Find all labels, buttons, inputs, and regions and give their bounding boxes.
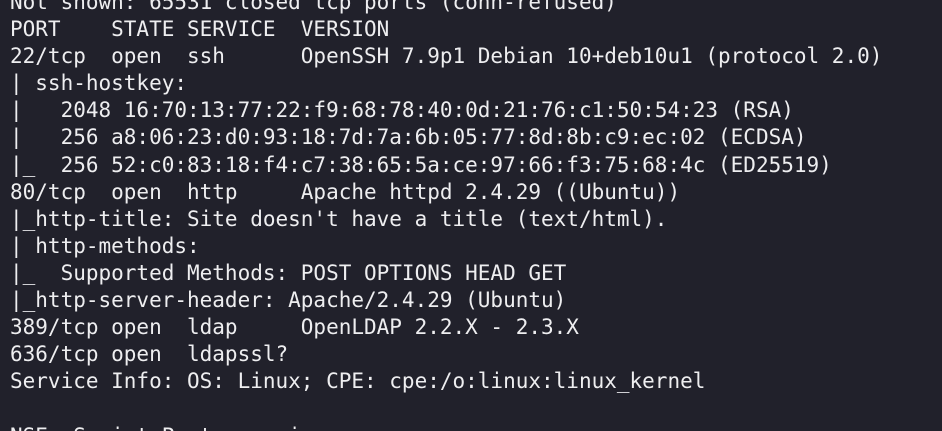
output-line-http-title: |_http-title: Site doesn't have a title … [10,206,668,231]
output-line-port-80: 80/tcp open http Apache httpd 2.4.29 ((U… [10,179,681,204]
output-line-http-methods: | http-methods: [10,233,200,258]
output-line-port-636: 636/tcp open ldapssl? [10,342,289,367]
output-line-hostkey-ed25519: |_ 256 52:c0:83:18:f4:c7:38:65:5a:ce:97:… [10,152,832,177]
output-line-port-22: 22/tcp open ssh OpenSSH 7.9p1 Debian 10+… [10,44,883,69]
output-line-supported-methods: |_ Supported Methods: POST OPTIONS HEAD … [10,260,567,285]
output-line-not-shown: Not shown: 65531 closed tcp ports (conn-… [10,0,617,14]
terminal-output: Not shown: 65531 closed tcp ports (conn-… [10,0,942,431]
output-line-port-389: 389/tcp open ldap OpenLDAP 2.2.X - 2.3.X [10,315,579,340]
output-line-hostkey-ecdsa: | 256 a8:06:23:d0:93:18:7d:7a:6b:05:77:8… [10,125,807,150]
terminal-window[interactable]: Not shown: 65531 closed tcp ports (conn-… [0,0,942,431]
output-line-blank [10,395,942,422]
output-line-port-header: PORT STATE SERVICE VERSION [10,17,390,42]
output-line-nse: NSE: Script Post-scanning. [10,423,942,431]
output-line-ssh-hostkey: | ssh-hostkey: [10,71,188,96]
output-line-service-info: Service Info: OS: Linux; CPE: cpe:/o:lin… [10,369,706,394]
output-line-http-server-header: |_http-server-header: Apache/2.4.29 (Ubu… [10,288,567,313]
output-line-hostkey-rsa: | 2048 16:70:13:77:22:f9:68:78:40:0d:21:… [10,98,794,123]
